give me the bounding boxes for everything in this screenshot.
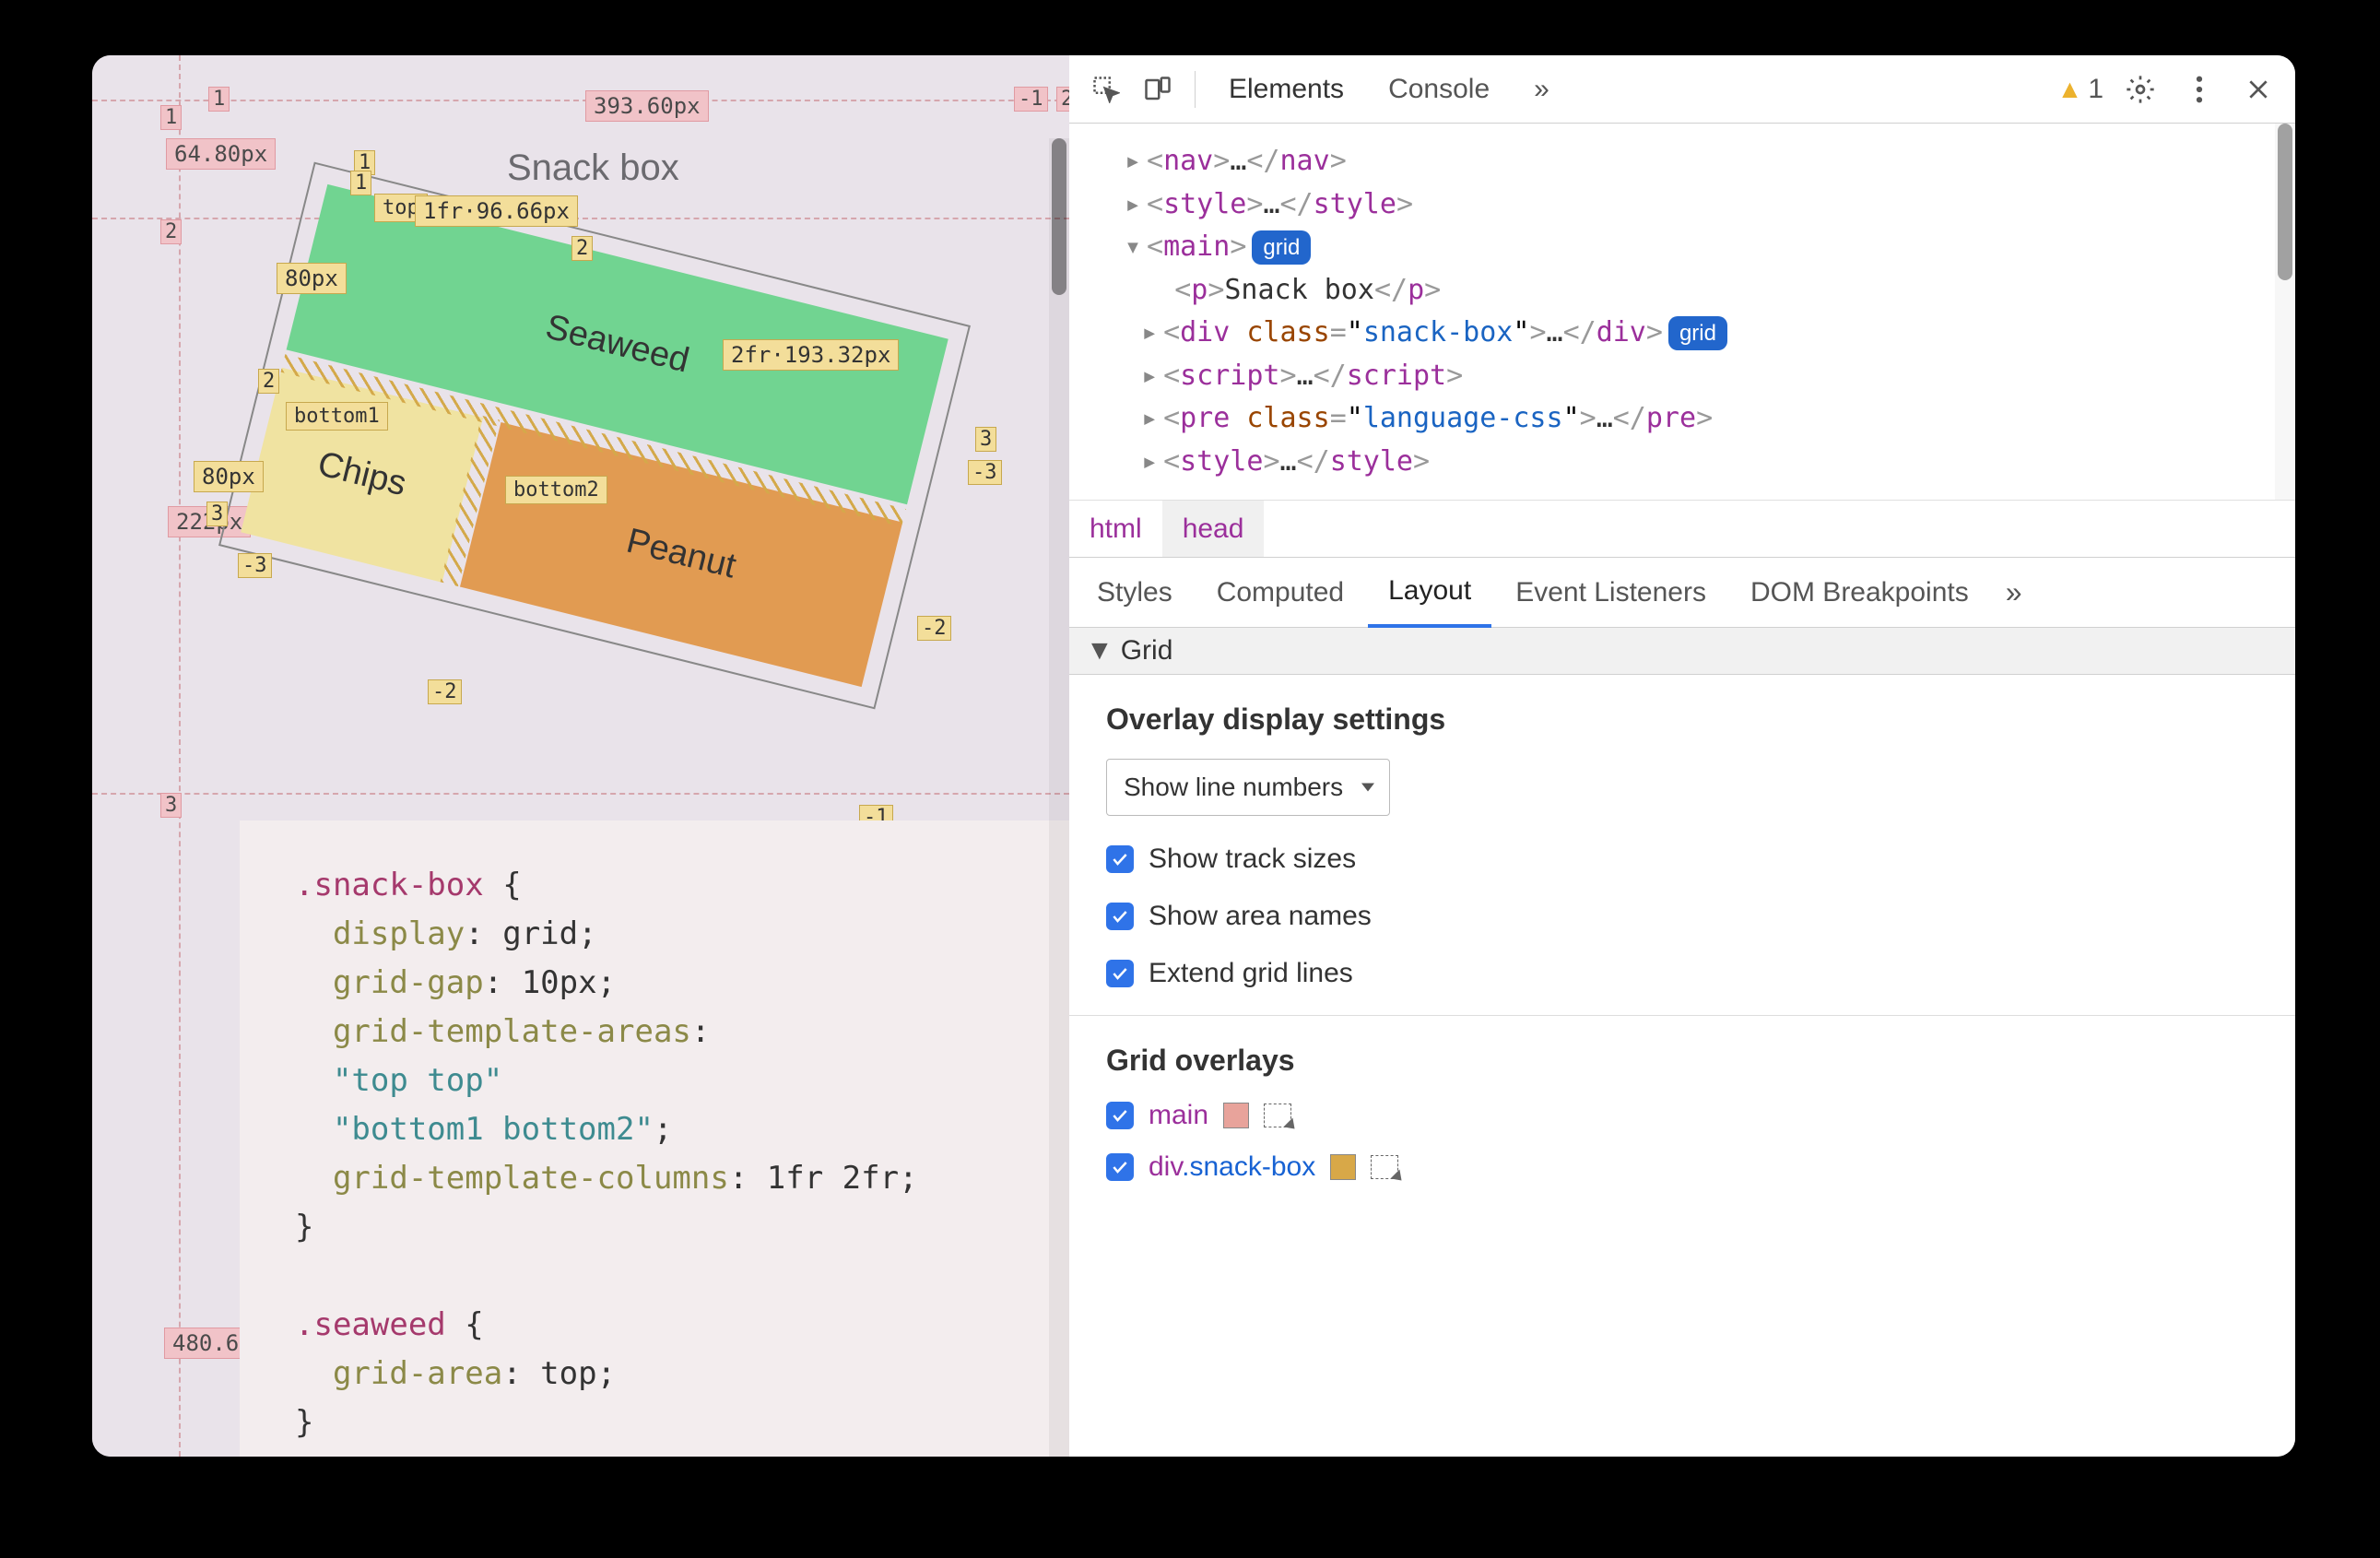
disclosure-triangle-icon: ▼ [1086, 635, 1113, 667]
grid-area-name: bottom1 [286, 402, 388, 431]
checkbox-label: Show track sizes [1149, 844, 1356, 875]
snack-box-grid: Seaweed Chips Peanut [220, 164, 968, 707]
devtools-toolbar: Elements Console » ▲ 1 [1069, 55, 2295, 124]
overlay-element-name: div.snack-box [1149, 1151, 1315, 1183]
section-title: Grid [1121, 635, 1173, 667]
line-numbers-select[interactable]: Show line numbers [1106, 759, 1390, 816]
tab-console[interactable]: Console [1370, 55, 1508, 124]
grid-line-number: 1 [160, 105, 182, 130]
grid-line-number: 2 [571, 236, 593, 261]
grid-overlays-header: Grid overlays [1106, 1044, 2258, 1078]
checkbox-area-names[interactable] [1106, 903, 1134, 930]
warning-count[interactable]: ▲ 1 [2057, 74, 2103, 105]
subtab-dom-breakpoints[interactable]: DOM Breakpoints [1730, 558, 1989, 628]
grid-line [92, 218, 1069, 219]
tab-elements[interactable]: Elements [1210, 55, 1362, 124]
grid-track-size: 1fr·96.66px [415, 195, 578, 227]
grid-line-number: 2 [160, 219, 182, 244]
grid-track-size: 2fr·193.32px [723, 339, 899, 371]
tabs-overflow[interactable]: » [1515, 55, 1568, 124]
reveal-element-icon[interactable] [1264, 1104, 1291, 1127]
subtab-event-listeners[interactable]: Event Listeners [1495, 558, 1726, 628]
dom-tree[interactable]: ▸<nav>…</nav> ▸<style>…</style> ▾<main>g… [1069, 124, 2295, 501]
reveal-element-icon[interactable] [1371, 1155, 1398, 1179]
divider [1069, 1015, 2295, 1016]
dom-scrollbar[interactable] [2275, 124, 2295, 500]
grid-line-number: 3 [206, 502, 228, 526]
grid-line-number: -3 [238, 553, 272, 578]
checkbox-label: Show area names [1149, 901, 1372, 932]
grid-line-number: 3 [975, 427, 996, 452]
grid-badge[interactable]: grid [1668, 316, 1727, 350]
grid-badge[interactable]: grid [1252, 230, 1311, 265]
grid-line [179, 55, 181, 1457]
grid-track-size: 80px [194, 461, 264, 492]
grid-line-number: -2 [428, 679, 462, 704]
grid-track-size: 393.60px [585, 90, 709, 122]
warning-count-value: 1 [2088, 74, 2103, 105]
scrollbar-thumb[interactable] [1052, 138, 1066, 295]
page-viewport: 1 -1 2 1 2 3 393.60px 64.80px 222px 480.… [92, 55, 1069, 1457]
close-icon[interactable] [2236, 67, 2280, 112]
grid-line-number: -3 [968, 460, 1002, 485]
subtabs: Styles Computed Layout Event Listeners D… [1069, 558, 2295, 628]
color-swatch[interactable] [1223, 1103, 1249, 1128]
separator [1195, 71, 1196, 108]
subtab-computed[interactable]: Computed [1196, 558, 1364, 628]
warning-icon: ▲ [2057, 75, 2083, 104]
select-value: Show line numbers [1124, 773, 1343, 801]
grid-line [92, 793, 1069, 795]
grid-line-number: 1 [208, 87, 230, 112]
page-title: Snack box [507, 148, 679, 189]
checkbox-extend-lines[interactable] [1106, 960, 1134, 987]
checkbox-label: Extend grid lines [1149, 958, 1353, 989]
subtab-styles[interactable]: Styles [1077, 558, 1193, 628]
grid-track-size: 64.80px [166, 138, 276, 170]
section-header-grid[interactable]: ▼ Grid [1069, 628, 2295, 675]
grid-line-number: -1 [1014, 87, 1048, 112]
css-code-block: .snack-box { display: grid; grid-gap: 10… [240, 820, 1069, 1457]
breadcrumb: html head [1069, 501, 2295, 558]
grid-line-number: 2 [258, 369, 279, 394]
grid-line [92, 100, 1069, 101]
settings-icon[interactable] [2118, 67, 2162, 112]
grid-line-number: 3 [160, 793, 182, 818]
subtab-layout[interactable]: Layout [1368, 558, 1491, 628]
subtabs-overflow[interactable]: » [1997, 575, 2032, 609]
checkbox-overlay-main[interactable] [1106, 1102, 1134, 1129]
checkbox-overlay-snackbox[interactable] [1106, 1153, 1134, 1181]
overlay-settings-header: Overlay display settings [1106, 702, 2258, 737]
inspect-element-icon[interactable] [1084, 67, 1128, 112]
overlay-element-name: main [1149, 1100, 1208, 1131]
scrollbar-thumb[interactable] [2278, 124, 2292, 280]
grid-line-number: -2 [917, 616, 951, 641]
devtools-panel: Elements Console » ▲ 1 ▸<na [1069, 55, 2295, 1457]
grid-line-number: 2 [1056, 87, 1069, 112]
more-icon[interactable] [2177, 67, 2221, 112]
grid-track-size: 80px [277, 263, 347, 294]
device-toggle-icon[interactable] [1136, 67, 1180, 112]
viewport-scrollbar[interactable] [1049, 138, 1069, 1457]
checkbox-track-sizes[interactable] [1106, 845, 1134, 873]
color-swatch[interactable] [1330, 1154, 1356, 1180]
grid-line-number: 1 [350, 171, 371, 195]
breadcrumb-item-html[interactable]: html [1069, 501, 1162, 557]
grid-area-name: bottom2 [505, 476, 607, 504]
breadcrumb-item-head[interactable]: head [1162, 501, 1265, 557]
layout-panel: Overlay display settings Show line numbe… [1069, 675, 2295, 1457]
